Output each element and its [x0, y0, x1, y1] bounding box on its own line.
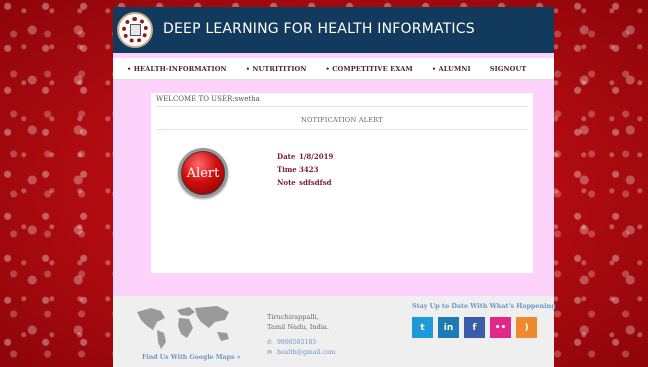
facebook-icon[interactable]: f [464, 317, 485, 338]
date-row: Date 1/8/2019 [277, 150, 333, 163]
twitter-icon[interactable]: t [412, 317, 433, 338]
phone-number: 9998585185 [277, 339, 317, 346]
address-line: Tamil Nadu, India. [267, 323, 329, 331]
time-row: Time 3423 [277, 163, 333, 176]
note-row: Note sdfsdfsd [277, 176, 333, 189]
date-value: 1/8/2019 [299, 152, 334, 161]
time-label: Time [277, 165, 297, 174]
social-links: t in f •• ) [412, 317, 542, 338]
rss-icon[interactable]: ) [516, 317, 537, 338]
notification-alert-heading: NOTIFICATION ALERT [301, 116, 383, 124]
world-map-icon [137, 306, 229, 349]
flickr-icon[interactable]: •• [490, 317, 511, 338]
linkedin-icon[interactable]: in [438, 317, 459, 338]
divider [156, 129, 528, 130]
email-icon: ✉ [267, 349, 273, 356]
contact-info: ✆ 9998585185 ✉ health@gmail.com [267, 338, 335, 358]
time-value: 3423 [299, 165, 319, 174]
notification-panel: WELCOME TO USER:swetha NOTIFICATION ALER… [151, 93, 533, 273]
site-title: DEEP LEARNING FOR HEALTH INFORMATICS [163, 21, 475, 37]
divider [156, 106, 528, 107]
alert-badge-icon: Alert [178, 148, 228, 198]
main-nav: • HEALTH-INFORMATION • NUTRITITION • COM… [113, 58, 554, 80]
date-label: Date [277, 152, 296, 161]
address: Tiruchirappalli, Tamil Nadu, India. [267, 312, 329, 332]
note-label: Note [277, 178, 296, 187]
address-line: Tiruchirappalli, [267, 313, 319, 321]
note-value: sdfsdfsd [299, 178, 332, 187]
nav-item-competitive-exam[interactable]: • COMPETITIVE EXAM [326, 65, 413, 73]
phone-row: ✆ 9998585185 [267, 338, 335, 348]
nav-item-alumni[interactable]: • ALUMNI [432, 65, 471, 73]
email-row: ✉ health@gmail.com [267, 348, 335, 358]
nav-item-nutrition[interactable]: • NUTRITITION [246, 65, 307, 73]
notification-details: Date 1/8/2019 Time 3423 Note sdfsdfsd [277, 150, 333, 189]
stay-updated-heading: Stay Up to Date With What's Happening [412, 302, 556, 310]
page-container: DEEP LEARNING FOR HEALTH INFORMATICS • H… [113, 7, 556, 367]
email-link[interactable]: health@gmail.com [277, 349, 335, 356]
site-header: DEEP LEARNING FOR HEALTH INFORMATICS [113, 7, 554, 53]
nav-item-signout[interactable]: SIGNOUT [490, 65, 527, 73]
google-maps-link[interactable]: Find Us With Google Maps » [142, 354, 240, 361]
medical-people-logo-icon[interactable] [117, 12, 153, 48]
alert-badge-text: Alert [186, 165, 220, 181]
site-footer: Find Us With Google Maps » Tiruchirappal… [113, 296, 556, 367]
phone-icon: ✆ [267, 339, 273, 346]
welcome-text: WELCOME TO USER:swetha [156, 95, 260, 103]
nav-item-health-information[interactable]: • HEALTH-INFORMATION [127, 65, 227, 73]
